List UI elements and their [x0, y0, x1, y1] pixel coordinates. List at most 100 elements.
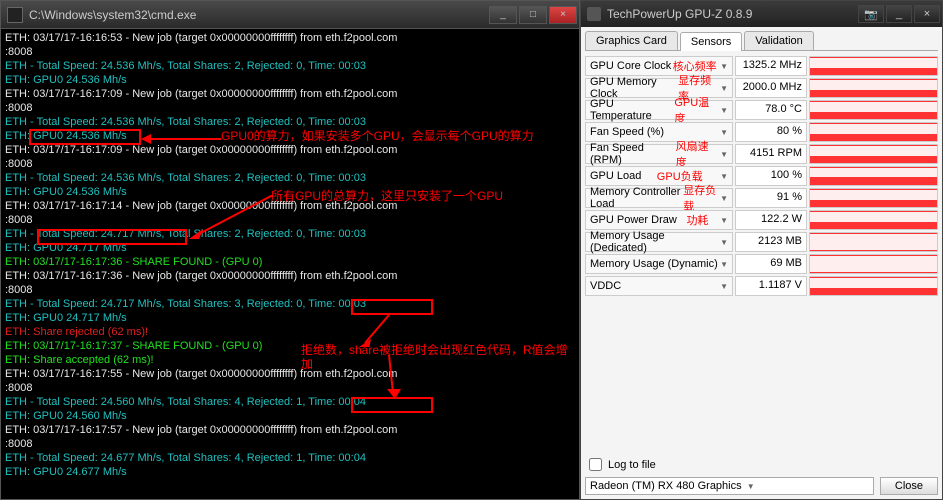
- cmd-line: ETH - Total Speed: 24.560 Mh/s, Total Sh…: [5, 395, 575, 409]
- sensor-label[interactable]: GPU TemperatureGPU温度▼: [585, 100, 733, 120]
- sensor-value: 1325.2 MHz: [735, 56, 807, 76]
- cmd-line: :8008: [5, 283, 575, 297]
- sensor-name: VDDC: [590, 280, 621, 292]
- sensor-graph: [809, 144, 938, 164]
- sensor-row: Fan Speed (%)▼80 %: [585, 121, 938, 143]
- cmd-line: ETH: GPU0 24.677 Mh/s: [5, 465, 575, 479]
- sensor-name: Memory Usage (Dedicated): [590, 230, 718, 254]
- sensor-graph: [809, 254, 938, 274]
- cmd-line: ETH: GPU0 24.717 Mh/s: [5, 311, 575, 325]
- sensor-label[interactable]: Memory Usage (Dynamic)▼: [585, 254, 733, 274]
- sensor-name: Fan Speed (RPM): [590, 142, 676, 166]
- chevron-down-icon: ▼: [720, 260, 728, 269]
- sensor-label[interactable]: Memory Usage (Dedicated)▼: [585, 232, 733, 252]
- chevron-down-icon: ▼: [747, 482, 755, 491]
- cmd-line: ETH: 03/17/17-16:17:37 - SHARE FOUND - (…: [5, 339, 575, 353]
- cmd-line: ETH - Total Speed: 24.677 Mh/s, Total Sh…: [5, 451, 575, 465]
- sensor-value: 2123 MB: [735, 232, 807, 252]
- sensor-row: Memory Controller Load显存负载▼91 %: [585, 187, 938, 209]
- footer-row: Radeon (TM) RX 480 Graphics ▼ Close: [585, 477, 938, 495]
- sensor-name: GPU Load: [590, 170, 641, 182]
- cmd-title: C:\Windows\system32\cmd.exe: [29, 8, 489, 22]
- sensor-label[interactable]: Memory Controller Load显存负载▼: [585, 188, 733, 208]
- sensor-row: GPU Memory Clock显存频率▼2000.0 MHz: [585, 77, 938, 99]
- gpuz-icon: [587, 7, 601, 21]
- sensor-name: GPU Temperature: [590, 98, 674, 122]
- cmd-line: ETH: 03/17/17-16:17:14 - New job (target…: [5, 199, 575, 213]
- chevron-down-icon: ▼: [720, 106, 728, 115]
- cmd-line: ETH: Share rejected (62 ms)!: [5, 325, 575, 339]
- cmd-line: ETH - Total Speed: 24.717 Mh/s, Total Sh…: [5, 227, 575, 241]
- sensor-graph: [809, 78, 938, 98]
- gpuz-body: Graphics Card Sensors Validation GPU Cor…: [581, 27, 942, 499]
- cmd-line: ETH: GPU0 24.536 Mh/s: [5, 129, 575, 143]
- maximize-button[interactable]: □: [519, 6, 547, 24]
- sensor-name: GPU Core Clock: [590, 60, 671, 72]
- cmd-line: ETH: GPU0 24.536 Mh/s: [5, 185, 575, 199]
- cmd-line: ETH - Total Speed: 24.717 Mh/s, Total Sh…: [5, 297, 575, 311]
- sensor-graph: [809, 56, 938, 76]
- cmd-line: ETH: 03/17/17-16:17:57 - New job (target…: [5, 423, 575, 437]
- sensor-graph: [809, 232, 938, 252]
- log-row: Log to file: [585, 458, 938, 471]
- minimize-button[interactable]: _: [489, 6, 517, 24]
- chevron-down-icon: ▼: [720, 282, 728, 291]
- chevron-down-icon: ▼: [720, 62, 728, 71]
- cmd-line: ETH: 03/17/17-16:17:36 - SHARE FOUND - (…: [5, 255, 575, 269]
- cmd-line: ETH: 03/17/17-16:17:55 - New job (target…: [5, 367, 575, 381]
- sensor-label[interactable]: GPU Power Draw功耗▼: [585, 210, 733, 230]
- sensor-list: GPU Core Clock核心频率▼1325.2 MHzGPU Memory …: [585, 55, 938, 452]
- cmd-icon: [7, 7, 23, 23]
- screenshot-button[interactable]: 📷: [858, 5, 884, 23]
- tab-graphics-card[interactable]: Graphics Card: [585, 31, 678, 50]
- sensor-value: 100 %: [735, 166, 807, 186]
- cmd-line: :8008: [5, 437, 575, 451]
- log-label: Log to file: [608, 459, 656, 471]
- tab-validation[interactable]: Validation: [744, 31, 814, 50]
- sensor-row: GPU Power Draw功耗▼122.2 W: [585, 209, 938, 231]
- sensor-name: Memory Controller Load: [590, 186, 683, 210]
- gpu-select[interactable]: Radeon (TM) RX 480 Graphics ▼: [585, 477, 874, 495]
- cmd-line: :8008: [5, 157, 575, 171]
- sensor-name: Memory Usage (Dynamic): [590, 258, 718, 270]
- sensor-row: Fan Speed (RPM)风扇速度▼4151 RPM: [585, 143, 938, 165]
- cmd-line: ETH: GPU0 24.560 Mh/s: [5, 409, 575, 423]
- cmd-line: :8008: [5, 213, 575, 227]
- sensor-value: 1.1187 V: [735, 276, 807, 296]
- chevron-down-icon: ▼: [720, 84, 728, 93]
- sensor-value: 91 %: [735, 188, 807, 208]
- cmd-line: ETH: 03/17/17-16:17:09 - New job (target…: [5, 87, 575, 101]
- chevron-down-icon: ▼: [720, 150, 728, 159]
- sensor-value: 78.0 °C: [735, 100, 807, 120]
- gpu-select-value: Radeon (TM) RX 480 Graphics: [590, 480, 742, 492]
- sensor-row: GPU Core Clock核心频率▼1325.2 MHz: [585, 55, 938, 77]
- cmd-line: ETH: 03/17/17-16:17:09 - New job (target…: [5, 143, 575, 157]
- sensor-label[interactable]: Fan Speed (RPM)风扇速度▼: [585, 144, 733, 164]
- sensor-row: Memory Usage (Dynamic)▼69 MB: [585, 253, 938, 275]
- cmd-line: ETH - Total Speed: 24.536 Mh/s, Total Sh…: [5, 59, 575, 73]
- sensor-graph: [809, 188, 938, 208]
- sensor-value: 122.2 W: [735, 210, 807, 230]
- cmd-line: ETH - Total Speed: 24.536 Mh/s, Total Sh…: [5, 115, 575, 129]
- sensor-row: Memory Usage (Dedicated)▼2123 MB: [585, 231, 938, 253]
- sensor-name: GPU Power Draw: [590, 214, 677, 226]
- close-button-footer[interactable]: Close: [880, 477, 938, 495]
- close-button[interactable]: ×: [549, 6, 577, 24]
- sensor-label[interactable]: VDDC ▼: [585, 276, 733, 296]
- tab-sensors[interactable]: Sensors: [680, 32, 742, 51]
- cmd-line: ETH: GPU0 24.536 Mh/s: [5, 73, 575, 87]
- sensor-graph: [809, 276, 938, 296]
- gpuz-titlebar[interactable]: TechPowerUp GPU-Z 0.8.9 📷 _ ×: [581, 1, 942, 27]
- sensor-name: GPU Memory Clock: [590, 76, 678, 100]
- gpuz-window: TechPowerUp GPU-Z 0.8.9 📷 _ × Graphics C…: [580, 0, 943, 500]
- cmd-output[interactable]: ETH: 03/17/17-16:16:53 - New job (target…: [1, 29, 579, 499]
- sensor-row: GPU LoadGPU负载▼100 %: [585, 165, 938, 187]
- chevron-down-icon: ▼: [720, 128, 728, 137]
- cmd-line: ETH: 03/17/17-16:17:36 - New job (target…: [5, 269, 575, 283]
- minimize-button[interactable]: _: [886, 5, 912, 23]
- cmd-line: ETH: GPU0 24.717 Mh/s: [5, 241, 575, 255]
- tabs: Graphics Card Sensors Validation: [585, 31, 938, 51]
- close-button[interactable]: ×: [914, 5, 940, 23]
- log-checkbox[interactable]: [589, 458, 602, 471]
- cmd-titlebar[interactable]: C:\Windows\system32\cmd.exe _ □ ×: [1, 1, 579, 29]
